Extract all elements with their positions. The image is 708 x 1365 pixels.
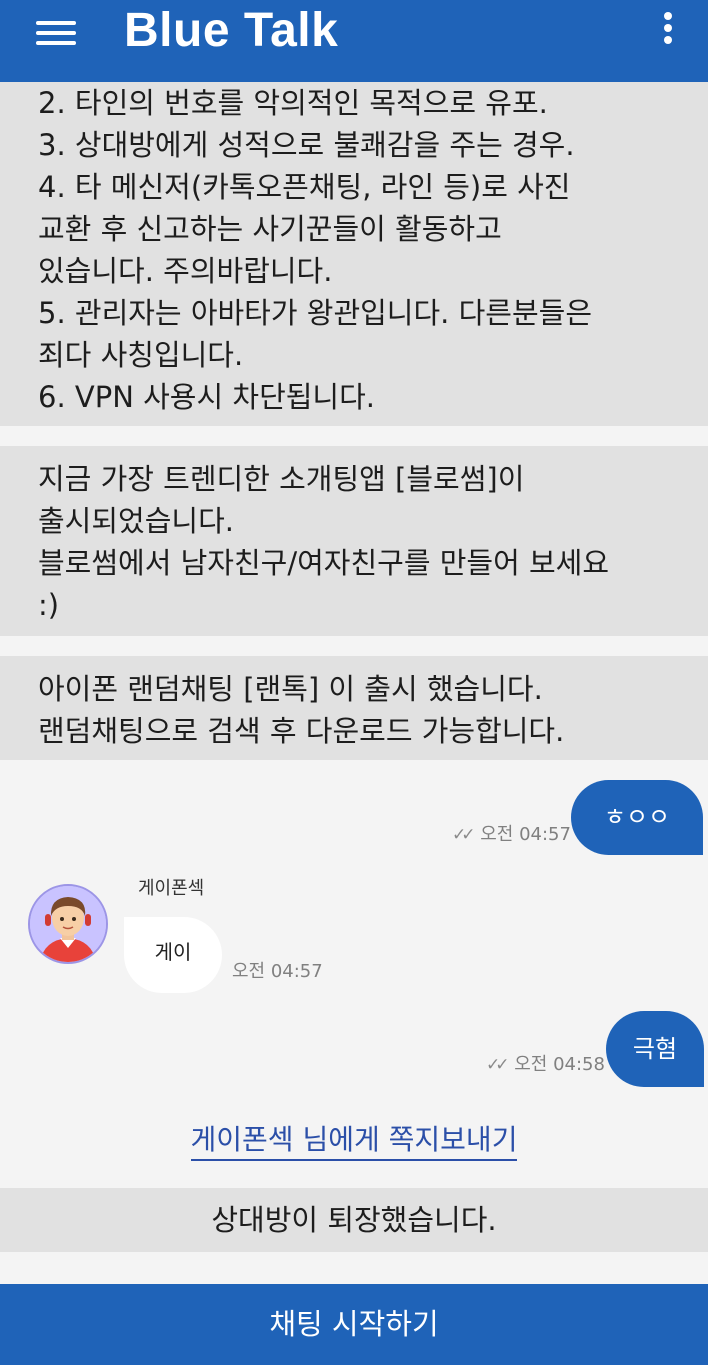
notice-line: :) [38, 588, 60, 622]
message-time: 오전 04:57 [480, 824, 571, 845]
app-title: Blue Talk [124, 4, 339, 57]
notice-line: 블로썸에서 남자친구/여자친구를 만들어 보세요 [38, 546, 610, 580]
app-bar: Blue Talk [0, 0, 708, 82]
notice-line: 4. 타 메신저(카톡오픈채팅, 라인 등)로 사진 [38, 170, 571, 204]
user-avatar-icon[interactable] [28, 884, 108, 964]
double-check-icon: ✓✓ [486, 1055, 509, 1075]
notice-line: 교환 후 신고하는 사기꾼들이 활동하고 [38, 212, 502, 246]
notice-line: 6. VPN 사용시 차단됩니다. [38, 380, 376, 414]
notice-line: 지금 가장 트렌디한 소개팅앱 [블로썸]이 [38, 462, 525, 496]
message-time: 오전 04:58 [514, 1054, 605, 1075]
more-options-icon[interactable] [650, 8, 686, 48]
message-meta: ✓✓ 오전 04:57 [452, 820, 571, 846]
notice-line: 랜덤채팅으로 검색 후 다운로드 가능합니다. [38, 714, 565, 748]
message-text: ㅎㅇㅇ [603, 803, 671, 831]
message-meta: ✓✓ 오전 04:58 [486, 1050, 605, 1076]
notice-blossom-app: 지금 가장 트렌디한 소개팅앱 [블로썸]이 출시되었습니다. 블로썸에서 남자… [0, 446, 708, 636]
notice-line: 죄다 사칭입니다. [38, 338, 244, 372]
message-text: 게이 [154, 940, 192, 964]
outgoing-message[interactable]: 극혐 [606, 1011, 704, 1087]
notice-line: 아이폰 랜덤채팅 [랜톡] 이 출시 했습니다. [38, 672, 543, 706]
notice-rules: 2. 타인의 번호를 악의적인 목적으로 유포. 3. 상대방에게 성적으로 불… [0, 82, 708, 426]
notice-rantalk-app: 아이폰 랜덤채팅 [랜톡] 이 출시 했습니다. 랜덤채팅으로 검색 후 다운로… [0, 656, 708, 760]
message-time: 오전 04:57 [232, 961, 323, 982]
notice-line: 출시되었습니다. [38, 504, 234, 538]
notice-line: 있습니다. 주의바랍니다. [38, 254, 333, 288]
hamburger-menu-icon[interactable] [34, 18, 78, 48]
notice-line: 2. 타인의 번호를 악의적인 목적으로 유포. [38, 86, 548, 120]
partner-left-banner: 상대방이 퇴장했습니다. [0, 1188, 708, 1252]
message-text: 극혐 [632, 1035, 678, 1063]
sender-name: 게이폰섹 [138, 878, 205, 899]
outgoing-message[interactable]: ㅎㅇㅇ [571, 780, 703, 855]
send-note-link[interactable]: 게이폰섹 님에게 쪽지보내기 [0, 1118, 708, 1161]
notice-line: 3. 상대방에게 성적으로 불쾌감을 주는 경우. [38, 128, 575, 162]
double-check-icon: ✓✓ [452, 825, 475, 845]
send-note-link-text[interactable]: 게이폰섹 님에게 쪽지보내기 [190, 1123, 518, 1161]
notice-line: 5. 관리자는 아바타가 왕관입니다. 다른분들은 [38, 296, 593, 330]
incoming-message: 게이 [124, 917, 222, 993]
start-chat-button[interactable]: 채팅 시작하기 [0, 1284, 708, 1365]
